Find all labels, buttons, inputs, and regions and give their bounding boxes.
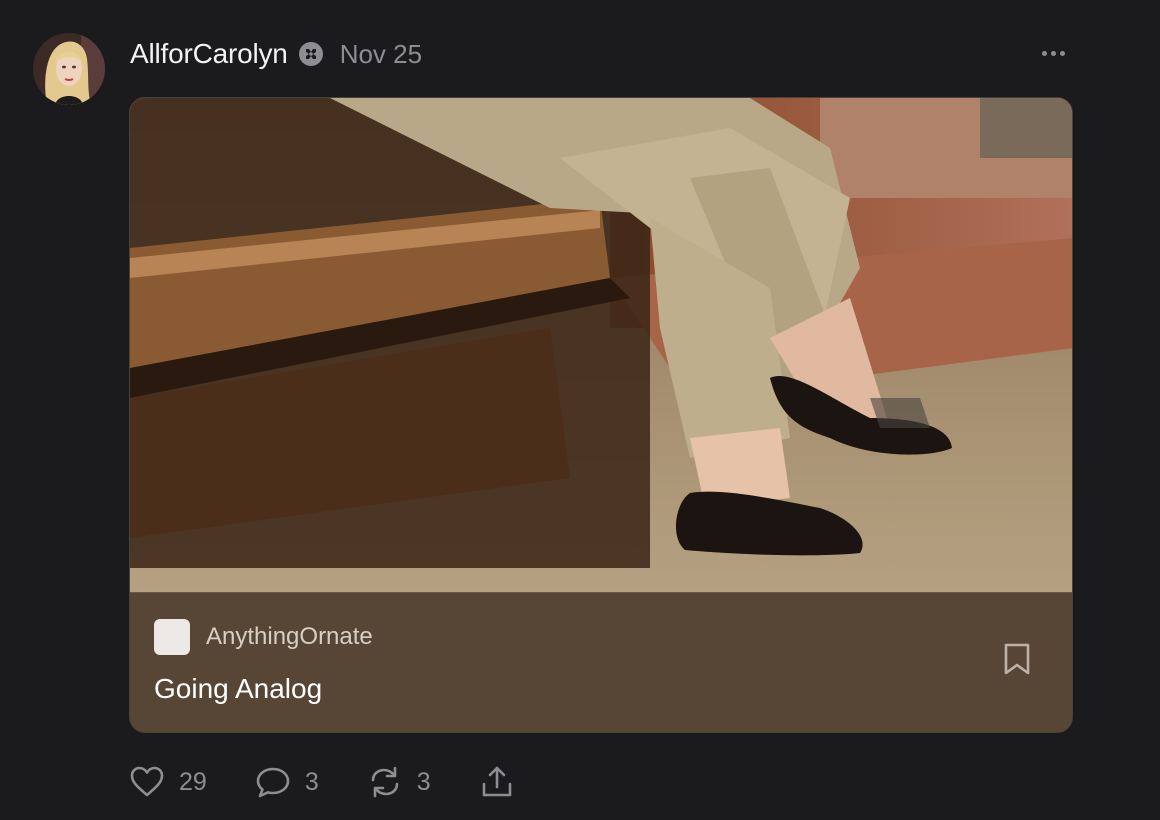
avatar-image xyxy=(33,33,105,105)
post-date[interactable]: Nov 25 xyxy=(340,39,422,70)
more-horizontal-icon xyxy=(1041,50,1047,56)
post-actions: 29 3 3 xyxy=(129,758,563,806)
like-count: 29 xyxy=(179,767,207,796)
publication-name: AnythingOrnate xyxy=(206,623,373,650)
subscriber-badge-icon xyxy=(298,41,324,67)
share-icon xyxy=(482,766,511,797)
publication-row[interactable]: AnythingOrnate xyxy=(154,619,373,655)
bookmark-icon xyxy=(1004,643,1030,675)
like-button[interactable]: 29 xyxy=(129,764,207,800)
share-button[interactable] xyxy=(479,764,515,800)
bookmark-button[interactable] xyxy=(1000,641,1034,677)
post-cover-image xyxy=(130,98,1072,592)
card-title[interactable]: Going Analog xyxy=(154,673,322,705)
more-options-button[interactable] xyxy=(1036,40,1070,66)
comment-count: 3 xyxy=(304,767,319,796)
heart-icon xyxy=(130,766,164,797)
restack-icon xyxy=(371,766,399,798)
note-post: AllforCarolyn Nov 25 AnythingOrnate Goin… xyxy=(0,0,1160,820)
restack-count: 3 xyxy=(416,767,431,796)
card-footer: AnythingOrnate Going Analog xyxy=(130,592,1072,732)
publication-logo xyxy=(154,619,190,655)
author-name[interactable]: AllforCarolyn xyxy=(130,38,288,70)
author-avatar[interactable] xyxy=(33,33,105,105)
more-dot xyxy=(1059,50,1065,56)
comment-icon xyxy=(256,767,290,798)
comment-button[interactable]: 3 xyxy=(255,764,319,800)
restack-button[interactable]: 3 xyxy=(367,764,431,800)
post-header: AllforCarolyn Nov 25 xyxy=(130,36,422,72)
more-dot xyxy=(1050,50,1056,56)
embedded-post-card[interactable]: AnythingOrnate Going Analog xyxy=(129,97,1073,733)
